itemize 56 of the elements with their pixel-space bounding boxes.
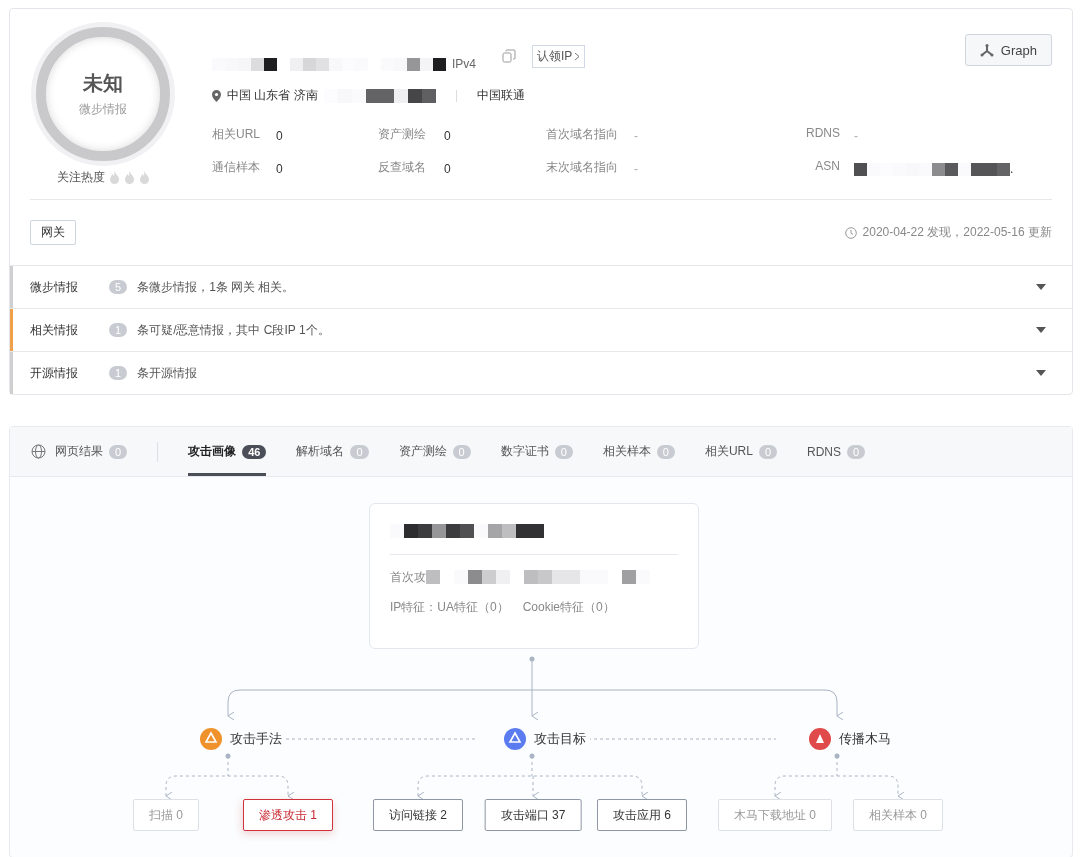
count-badge: 46 — [242, 444, 267, 459]
chevron-right-icon — [574, 51, 581, 61]
flame-icon — [123, 171, 135, 184]
stat-value: 0 — [444, 129, 451, 143]
claim-ip-button[interactable]: 认领IP — [532, 44, 586, 68]
stat-value: 0 — [444, 162, 451, 176]
feature-text: IP特征： — [390, 598, 438, 616]
intel-summary: 条开源情报 — [137, 364, 199, 382]
stat-label: RDNS — [805, 126, 840, 142]
location-pin-icon — [212, 89, 221, 102]
feature-text: Cookie特征（0） — [522, 598, 615, 616]
tab[interactable]: 攻击画像 46 — [188, 427, 267, 476]
intel-summary: 条可疑/恶意情报，其中 C段IP 1个。 — [137, 321, 331, 339]
intel-title: 开源情报 — [30, 364, 79, 382]
stat-label: 资产测绘 — [378, 126, 427, 143]
stat-label: 通信样本 — [212, 159, 261, 176]
leaf-node-button[interactable]: 访问链接 2 — [373, 799, 463, 831]
intel-summary: 条微步情报，1条 网关 相关。 — [137, 278, 296, 296]
clock-icon — [844, 226, 857, 239]
stat-value: - — [634, 162, 638, 176]
flame-icon — [108, 171, 120, 184]
category-label: 传播木马 — [839, 730, 891, 748]
caret-down-icon[interactable] — [1036, 370, 1046, 376]
category-label: 攻击目标 — [534, 730, 586, 748]
heat-label: 关注热度 — [56, 169, 105, 186]
stat-value: 0 — [276, 162, 283, 176]
globe-icon — [31, 444, 46, 459]
location-text: 中国 山东省 济南 — [227, 87, 318, 104]
stat-label: 反查域名 — [378, 159, 427, 176]
stat-value: - — [634, 129, 638, 143]
intel-title: 相关情报 — [30, 321, 79, 339]
caret-down-icon[interactable] — [1036, 284, 1046, 290]
stat-label: ASN — [814, 159, 840, 175]
status-label: 未知 — [83, 71, 123, 96]
caret-down-icon[interactable] — [1036, 327, 1046, 333]
source-label: 微步情报 — [79, 101, 127, 118]
feature-text: UA特征（0） — [437, 598, 509, 616]
stat-label: 相关URL — [212, 126, 261, 143]
category-label: 攻击手法 — [230, 730, 282, 748]
stat-value: . — [1010, 162, 1014, 176]
graph-icon — [979, 43, 994, 57]
isp-text: 中国联通 — [476, 87, 525, 104]
first-attack-label: 首次攻 — [390, 568, 426, 586]
leaf-node-button[interactable]: 攻击应用 6 — [597, 799, 687, 831]
ip-type: IPv4 — [452, 57, 476, 71]
stat-value: - — [854, 129, 858, 143]
stat-label: 末次域名指向 — [546, 159, 619, 176]
timestamp: 2020-04-22 发现，2022-05-16 更新 — [862, 224, 1052, 241]
graph-button[interactable]: Graph — [964, 34, 1052, 66]
intel-title: 微步情报 — [30, 278, 79, 296]
leaf-node-button[interactable]: 渗透攻击 1 — [243, 799, 333, 831]
stat-value: 0 — [276, 129, 283, 143]
stat-label: 首次域名指向 — [546, 126, 619, 143]
flame-icon — [138, 171, 150, 184]
leaf-node-button[interactable]: 攻击端口 37 — [484, 799, 582, 831]
tag: 网关 — [30, 220, 76, 245]
